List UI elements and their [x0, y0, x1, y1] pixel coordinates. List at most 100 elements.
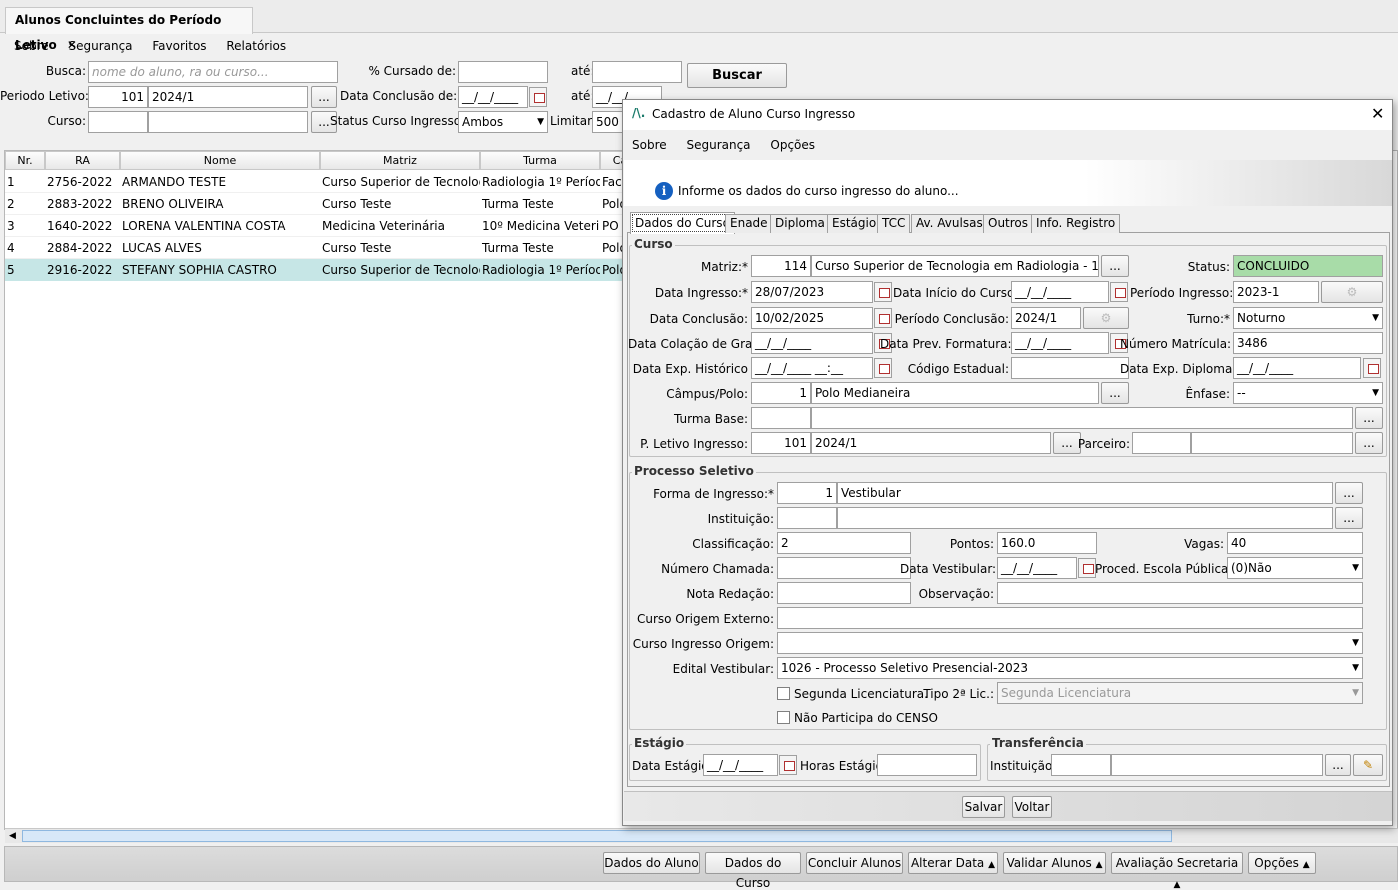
menu-relatorios[interactable]: Relatórios: [226, 39, 286, 53]
alterar-data-button[interactable]: Alterar Data ▲: [908, 852, 998, 874]
campus-code-input[interactable]: 1: [751, 382, 811, 404]
dialog-menu-sobre[interactable]: Sobre: [632, 138, 667, 152]
horizontal-scrollbar[interactable]: ◀: [5, 828, 1398, 843]
data-prev-input[interactable]: __/__/____: [1011, 332, 1109, 354]
enfase-select[interactable]: --: [1233, 382, 1383, 404]
turma-base-browse-button[interactable]: ...: [1355, 407, 1383, 429]
tipo-lic-select[interactable]: Segunda Licenciatura: [997, 682, 1363, 704]
censo-checkbox[interactable]: [777, 711, 790, 724]
scroll-left-icon[interactable]: ◀: [5, 829, 20, 843]
dialog-close-icon[interactable]: ✕: [1371, 104, 1384, 123]
curso-code-input[interactable]: [88, 111, 148, 133]
calendar-icon[interactable]: [1363, 358, 1381, 378]
voltar-button[interactable]: Voltar: [1012, 796, 1052, 818]
calendar-icon[interactable]: [874, 282, 892, 302]
data-exp-hist-input[interactable]: __/__/____ __:__: [751, 357, 873, 379]
tab-estagio[interactable]: Estágio: [827, 214, 882, 233]
forma-ingresso-browse-button[interactable]: ...: [1335, 482, 1363, 504]
salvar-button[interactable]: Salvar: [962, 796, 1005, 818]
calendar-icon[interactable]: [529, 87, 547, 107]
dialog-menu-opcoes[interactable]: Opções: [770, 138, 815, 152]
codigo-estadual-input[interactable]: [1011, 357, 1129, 379]
periodo-input[interactable]: 2024/1: [148, 86, 308, 108]
periodo-conclusao-input[interactable]: 2024/1: [1011, 307, 1081, 329]
instituicao-browse-button[interactable]: ...: [1335, 507, 1363, 529]
calendar-icon[interactable]: [1078, 558, 1096, 578]
validar-alunos-button[interactable]: Validar Alunos ▲: [1003, 852, 1106, 874]
main-tab[interactable]: Alunos Concluintes do Período Letivo ✕: [5, 7, 253, 52]
tab-diploma[interactable]: Diploma: [770, 214, 830, 233]
data-conclusao-input[interactable]: 10/02/2025: [751, 307, 873, 329]
transferencia-code-input[interactable]: [1051, 754, 1111, 776]
conclusao-de-input[interactable]: __/__/____: [458, 86, 528, 108]
pontos-input[interactable]: 160.0: [997, 532, 1097, 554]
classificacao-input[interactable]: 2: [777, 532, 911, 554]
periodo-browse-button[interactable]: ...: [311, 86, 337, 108]
p-letivo-code-input[interactable]: 101: [751, 432, 811, 454]
data-exp-diploma-input[interactable]: __/__/____: [1233, 357, 1361, 379]
numero-chamada-input[interactable]: [777, 557, 911, 579]
tab-outros[interactable]: Outros: [983, 214, 1034, 233]
cursado-de-input[interactable]: [458, 61, 548, 83]
observacao-input[interactable]: [997, 582, 1363, 604]
data-vestibular-input[interactable]: __/__/____: [997, 557, 1077, 579]
dialog-menu-seguranca[interactable]: Segurança: [686, 138, 750, 152]
instituicao-input[interactable]: [837, 507, 1333, 529]
tab-enade[interactable]: Enade: [725, 214, 773, 233]
edit-pencil-icon[interactable]: ✎: [1353, 754, 1383, 776]
status-select[interactable]: Ambos: [458, 111, 548, 133]
curso-ingresso-origem-select[interactable]: [777, 632, 1363, 654]
horas-estagio-input[interactable]: [877, 754, 977, 776]
campus-browse-button[interactable]: ...: [1101, 382, 1129, 404]
calendar-icon[interactable]: [1110, 282, 1128, 302]
column-header-nr[interactable]: Nr.: [5, 151, 45, 170]
vagas-input[interactable]: 40: [1227, 532, 1363, 554]
matriz-browse-button[interactable]: ...: [1101, 255, 1129, 277]
proced-select[interactable]: (0)Não: [1227, 557, 1363, 579]
tab-info-registro[interactable]: Info. Registro: [1031, 214, 1121, 233]
segunda-licenciatura-checkbox[interactable]: [777, 687, 790, 700]
column-header-turma[interactable]: Turma: [480, 151, 600, 170]
avaliacao-secretaria-button[interactable]: Avaliação Secretaria ▲: [1111, 852, 1243, 890]
menu-seguranca[interactable]: Segurança: [68, 39, 132, 53]
curso-origem-externo-input[interactable]: [777, 607, 1363, 629]
gear-icon[interactable]: ⚙: [1321, 281, 1383, 303]
edital-select[interactable]: 1026 - Processo Seletivo Presencial-2023: [777, 657, 1363, 679]
periodo-code-input[interactable]: 101: [88, 86, 148, 108]
matriz-input[interactable]: Curso Superior de Tecnologia em Radiolog…: [811, 255, 1099, 277]
transferencia-instituicao-input[interactable]: [1111, 754, 1323, 776]
data-estagio-input[interactable]: __/__/____: [703, 754, 778, 776]
turma-base-input[interactable]: [811, 407, 1353, 429]
turma-base-code-input[interactable]: [751, 407, 811, 429]
column-header-ra[interactable]: RA: [45, 151, 120, 170]
parceiro-input[interactable]: [1191, 432, 1353, 454]
forma-ingresso-code-input[interactable]: 1: [777, 482, 837, 504]
cursado-ate-input[interactable]: [592, 61, 682, 83]
gear-icon[interactable]: ⚙: [1083, 307, 1129, 329]
turno-select[interactable]: Noturno: [1233, 307, 1383, 329]
forma-ingresso-input[interactable]: Vestibular: [837, 482, 1333, 504]
nota-redacao-input[interactable]: [777, 582, 911, 604]
tab-av-avulsas[interactable]: Av. Avulsas: [911, 214, 988, 233]
data-inicio-input[interactable]: __/__/____: [1011, 281, 1109, 303]
scrollbar-thumb[interactable]: [22, 830, 1172, 842]
dados-curso-button[interactable]: Dados do Curso: [705, 852, 801, 890]
calendar-icon[interactable]: [779, 755, 797, 775]
campus-input[interactable]: Polo Medianeira: [811, 382, 1099, 404]
calendar-icon[interactable]: [874, 308, 892, 328]
parceiro-code-input[interactable]: [1132, 432, 1191, 454]
buscar-button[interactable]: Buscar: [687, 63, 787, 88]
data-ingresso-input[interactable]: 28/07/2023: [751, 281, 873, 303]
opcoes-button[interactable]: Opções ▲: [1248, 852, 1316, 874]
busca-input[interactable]: nome do aluno, ra ou curso...: [88, 61, 338, 83]
p-letivo-input[interactable]: 2024/1: [811, 432, 1051, 454]
matriz-code-input[interactable]: 114: [751, 255, 811, 277]
column-header-nome[interactable]: Nome: [120, 151, 320, 170]
tab-dados-curso[interactable]: Dados do Curso: [630, 212, 735, 234]
parceiro-browse-button[interactable]: ...: [1355, 432, 1383, 454]
menu-favoritos[interactable]: Favoritos: [152, 39, 206, 53]
calendar-icon[interactable]: [874, 358, 892, 378]
periodo-ingresso-input[interactable]: 2023-1: [1233, 281, 1319, 303]
transferencia-browse-button[interactable]: ...: [1325, 754, 1351, 776]
concluir-alunos-button[interactable]: Concluir Alunos: [806, 852, 903, 874]
